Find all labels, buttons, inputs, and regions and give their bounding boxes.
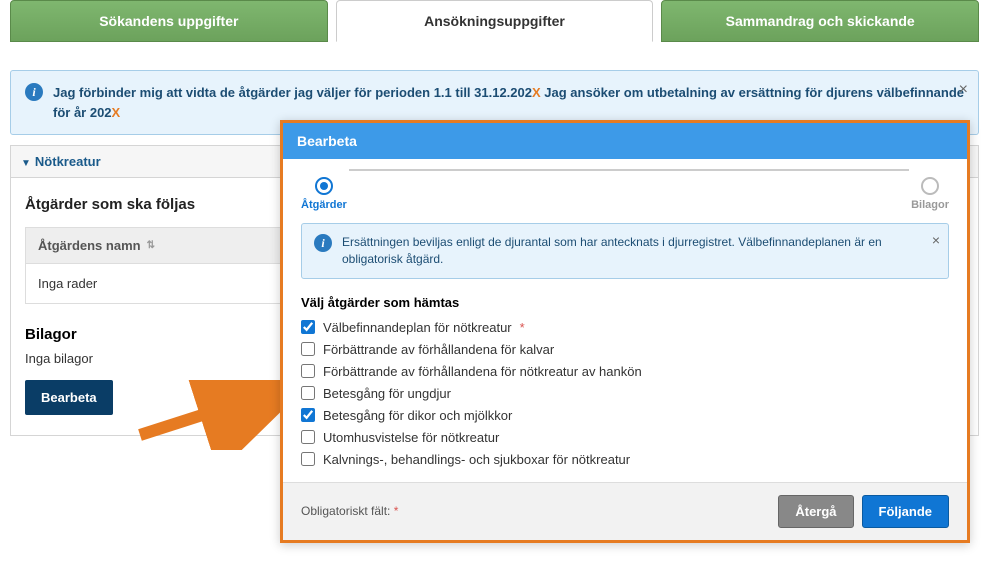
- edit-button[interactable]: Bearbeta: [25, 380, 113, 415]
- modal-info-bar: i Ersättningen beviljas enligt de djuran…: [301, 223, 949, 279]
- placeholder-x: X: [112, 105, 121, 120]
- next-button[interactable]: Följande: [862, 495, 949, 528]
- option-label: Betesgång för dikor och mjölkkor: [323, 408, 512, 423]
- modal-title: Bearbeta: [283, 123, 967, 159]
- caret-down-icon: ▼: [21, 158, 31, 169]
- modal-info-text: Ersättningen beviljas enligt de djuranta…: [342, 234, 936, 268]
- required-asterisk: *: [520, 320, 525, 335]
- option-row[interactable]: Förbättrande av förhållandena för nötkre…: [301, 364, 949, 379]
- info-text: Jag förbinder mig att vidta de åtgärder …: [53, 83, 964, 122]
- option-label: Betesgång för ungdjur: [323, 386, 451, 401]
- edit-modal: Bearbeta Åtgärder Bilagor i Ersättningen…: [280, 120, 970, 543]
- option-row[interactable]: Betesgång för dikor och mjölkkor: [301, 408, 949, 423]
- option-label: Kalvnings-, behandlings- och sjukboxar f…: [323, 452, 630, 467]
- close-icon[interactable]: ×: [959, 81, 968, 99]
- tab-bar: Sökandens uppgifter Ansökningsuppgifter …: [0, 0, 989, 42]
- step-2-bubble[interactable]: [921, 177, 939, 195]
- option-label: Förbättrande av förhållandena för nötkre…: [323, 364, 642, 379]
- step-line: [349, 169, 909, 171]
- close-icon[interactable]: ×: [932, 232, 940, 248]
- option-row[interactable]: Förbättrande av förhållandena för kalvar: [301, 342, 949, 357]
- option-checkbox[interactable]: [301, 342, 315, 356]
- option-label: Välbefinnandeplan för nötkreatur: [323, 320, 512, 335]
- step-1-label: Åtgärder: [301, 199, 347, 211]
- option-checkbox[interactable]: [301, 452, 315, 466]
- option-checkbox[interactable]: [301, 430, 315, 444]
- annotation-arrow: [135, 380, 295, 450]
- modal-footer: Obligatoriskt fält: * Återgå Följande: [283, 482, 967, 540]
- option-checkbox[interactable]: [301, 408, 315, 422]
- option-row[interactable]: Välbefinnandeplan för nötkreatur *: [301, 320, 949, 335]
- option-checkbox[interactable]: [301, 320, 315, 334]
- option-row[interactable]: Betesgång för ungdjur: [301, 386, 949, 401]
- option-row[interactable]: Kalvnings-, behandlings- och sjukboxar f…: [301, 452, 949, 467]
- info-icon: i: [25, 83, 43, 101]
- step-1-bubble[interactable]: [315, 177, 333, 195]
- required-label: Obligatoriskt fält: *: [301, 504, 398, 518]
- tab-applicant[interactable]: Sökandens uppgifter: [10, 0, 328, 42]
- option-label: Förbättrande av förhållandena för kalvar: [323, 342, 554, 357]
- tab-application[interactable]: Ansökningsuppgifter: [336, 0, 654, 42]
- fetch-heading: Välj åtgärder som hämtas: [301, 295, 949, 310]
- info-icon: i: [314, 234, 332, 252]
- stepper: Åtgärder Bilagor: [301, 177, 949, 211]
- back-button[interactable]: Återgå: [778, 495, 853, 528]
- option-checkbox[interactable]: [301, 386, 315, 400]
- option-label: Utomhusvistelse för nötkreatur: [323, 430, 499, 445]
- option-row[interactable]: Utomhusvistelse för nötkreatur: [301, 430, 949, 445]
- option-checkbox[interactable]: [301, 364, 315, 378]
- sort-icon: ⇅: [147, 240, 155, 251]
- step-2-label: Bilagor: [911, 199, 949, 211]
- tab-summary[interactable]: Sammandrag och skickande: [661, 0, 979, 42]
- placeholder-x: X: [532, 85, 541, 100]
